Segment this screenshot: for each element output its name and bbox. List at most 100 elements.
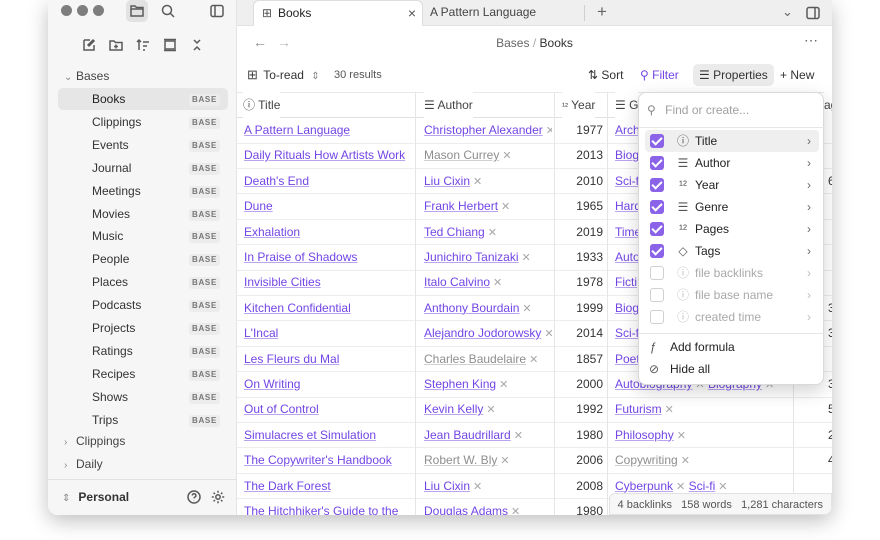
sort-icon[interactable] [132, 34, 154, 56]
property-pages[interactable]: ¹² Pages › [645, 218, 819, 240]
property-year[interactable]: ¹² Year › [645, 174, 819, 196]
remove-value-icon[interactable]: ✕ [529, 354, 538, 366]
properties-button[interactable]: ☰ Properties [693, 64, 774, 86]
remove-value-icon[interactable]: ✕ [486, 404, 495, 416]
genre-link[interactable]: Biog [615, 301, 639, 315]
genre-link[interactable]: Philosophy [615, 428, 674, 442]
property-checkbox[interactable] [650, 266, 664, 280]
sidebar-item-journal[interactable]: Journal BASE [58, 157, 228, 179]
remove-value-icon[interactable]: ✕ [676, 481, 685, 493]
new-tab-icon[interactable]: + [597, 1, 607, 23]
new-button[interactable]: + New [780, 60, 814, 90]
chevron-right-icon[interactable]: › [807, 306, 811, 328]
chevron-right-icon[interactable]: › [807, 218, 811, 240]
sidebar-item-events[interactable]: Events BASE [58, 134, 228, 156]
title-link[interactable]: Kitchen Confidential [244, 301, 351, 315]
remove-value-icon[interactable]: ✕ [511, 506, 520, 515]
author-link[interactable]: Robert W. Bly [424, 453, 497, 467]
title-link[interactable]: Les Fleurs du Mal [244, 352, 339, 366]
tab-list-chevron-icon[interactable]: ⌄ [782, 1, 793, 23]
remove-value-icon[interactable]: ✕ [500, 455, 509, 467]
sidebar-item-clippings[interactable]: Clippings BASE [58, 111, 228, 133]
author-link[interactable]: Charles Baudelaire [424, 352, 526, 366]
remove-value-icon[interactable]: ✕ [502, 150, 511, 162]
remove-value-icon[interactable]: ✕ [501, 201, 510, 213]
property-genre[interactable]: ☰ Genre › [645, 196, 819, 218]
author-link[interactable]: Stephen King [424, 377, 496, 391]
files-icon[interactable] [126, 0, 148, 22]
author-link[interactable]: Christopher Alexander [424, 123, 543, 137]
author-link[interactable]: Junichiro Tanizaki [424, 250, 519, 264]
sidebar-item-shows[interactable]: Shows BASE [58, 386, 228, 408]
property-checkbox[interactable] [650, 288, 664, 302]
property-checkbox[interactable] [650, 178, 664, 192]
sidebar-item-projects[interactable]: Projects BASE [58, 317, 228, 339]
remove-value-icon[interactable]: ✕ [546, 125, 552, 137]
remove-value-icon[interactable]: ✕ [665, 404, 674, 416]
settings-gear-icon[interactable] [207, 486, 229, 508]
title-link[interactable]: Simulacres et Simulation [244, 428, 376, 442]
remove-value-icon[interactable]: ✕ [677, 430, 686, 442]
chevron-right-icon[interactable]: › [807, 284, 811, 306]
tab-books[interactable]: ⊞ Books × [253, 0, 423, 26]
chevron-right-icon[interactable]: › [807, 152, 811, 174]
genre-link[interactable]: Copywriting [615, 453, 678, 467]
remove-value-icon[interactable]: ✕ [718, 481, 727, 493]
property-created-time[interactable]: ⓘ created time › [645, 306, 819, 328]
property-tags[interactable]: ◇ Tags › [645, 240, 819, 262]
author-link[interactable]: Liu Cixin [424, 174, 470, 188]
remove-value-icon[interactable]: ✕ [499, 379, 508, 391]
sidebar-item-music[interactable]: Music BASE [58, 225, 228, 247]
property-checkbox[interactable] [650, 200, 664, 214]
author-link[interactable]: Alejandro Jodorowsky [424, 326, 541, 340]
sidebar-item-ratings[interactable]: Ratings BASE [58, 340, 228, 362]
title-link[interactable]: In Praise of Shadows [244, 250, 357, 264]
property-checkbox[interactable] [650, 222, 664, 236]
remove-value-icon[interactable]: ✕ [544, 328, 552, 340]
sidebar-item-people[interactable]: People BASE [58, 248, 228, 270]
property-title[interactable]: ⓘ Title › [645, 130, 819, 152]
column-header-tags[interactable]: ag [824, 92, 832, 118]
remove-value-icon[interactable]: ✕ [514, 430, 523, 442]
title-link[interactable]: Invisible Cities [244, 275, 321, 289]
expand-collapse-icon[interactable] [186, 34, 208, 56]
chevron-right-icon[interactable]: › [807, 262, 811, 284]
author-link[interactable]: Douglas Adams [424, 504, 508, 515]
sidebar-item-books[interactable]: Books BASE [58, 88, 228, 110]
genre-link[interactable]: Ficti [615, 275, 637, 289]
chevron-right-icon[interactable]: › [807, 196, 811, 218]
remove-value-icon[interactable]: ✕ [473, 176, 482, 188]
chevron-right-icon[interactable]: › [807, 174, 811, 196]
genre-link[interactable]: Auto [615, 250, 640, 264]
title-link[interactable]: Dune [244, 199, 273, 213]
title-link[interactable]: Exhalation [244, 225, 300, 239]
breadcrumb-current[interactable]: Books [540, 36, 573, 50]
genre-link[interactable]: Poet [615, 352, 640, 366]
property-file-backlinks[interactable]: ⓘ file backlinks › [645, 262, 819, 284]
sidebar-item-movies[interactable]: Movies BASE [58, 203, 228, 225]
sidebar-toggle-icon[interactable] [206, 0, 228, 22]
author-link[interactable]: Mason Currey [424, 148, 499, 162]
folder-clippings[interactable]: › Clippings [64, 431, 125, 451]
zoom-window-button[interactable] [93, 5, 104, 16]
collapse-icon[interactable] [159, 34, 181, 56]
title-link[interactable]: L'Incal [244, 326, 278, 340]
folder-daily[interactable]: › Daily [64, 454, 103, 474]
title-link[interactable]: The Dark Forest [244, 479, 331, 493]
add-formula-button[interactable]: ƒ Add formula [645, 336, 819, 358]
author-link[interactable]: Italo Calvino [424, 275, 490, 289]
genre-link[interactable]: Biog [615, 148, 639, 162]
property-checkbox[interactable] [650, 156, 664, 170]
close-tab-icon[interactable]: × [408, 1, 416, 25]
vault-switcher[interactable]: ⇕ Personal [62, 487, 129, 509]
sidebar-item-meetings[interactable]: Meetings BASE [58, 180, 228, 202]
property-checkbox[interactable] [650, 134, 664, 148]
help-icon[interactable] [183, 486, 205, 508]
property-author[interactable]: ☰ Author › [645, 152, 819, 174]
new-note-icon[interactable] [78, 34, 100, 56]
tab-pattern-language[interactable]: A Pattern Language [424, 0, 584, 26]
property-checkbox[interactable] [650, 244, 664, 258]
genre-link[interactable]: Sci-f [615, 326, 639, 340]
genre-link[interactable]: Cyberpunk [615, 479, 673, 493]
author-link[interactable]: Anthony Bourdain [424, 301, 519, 315]
